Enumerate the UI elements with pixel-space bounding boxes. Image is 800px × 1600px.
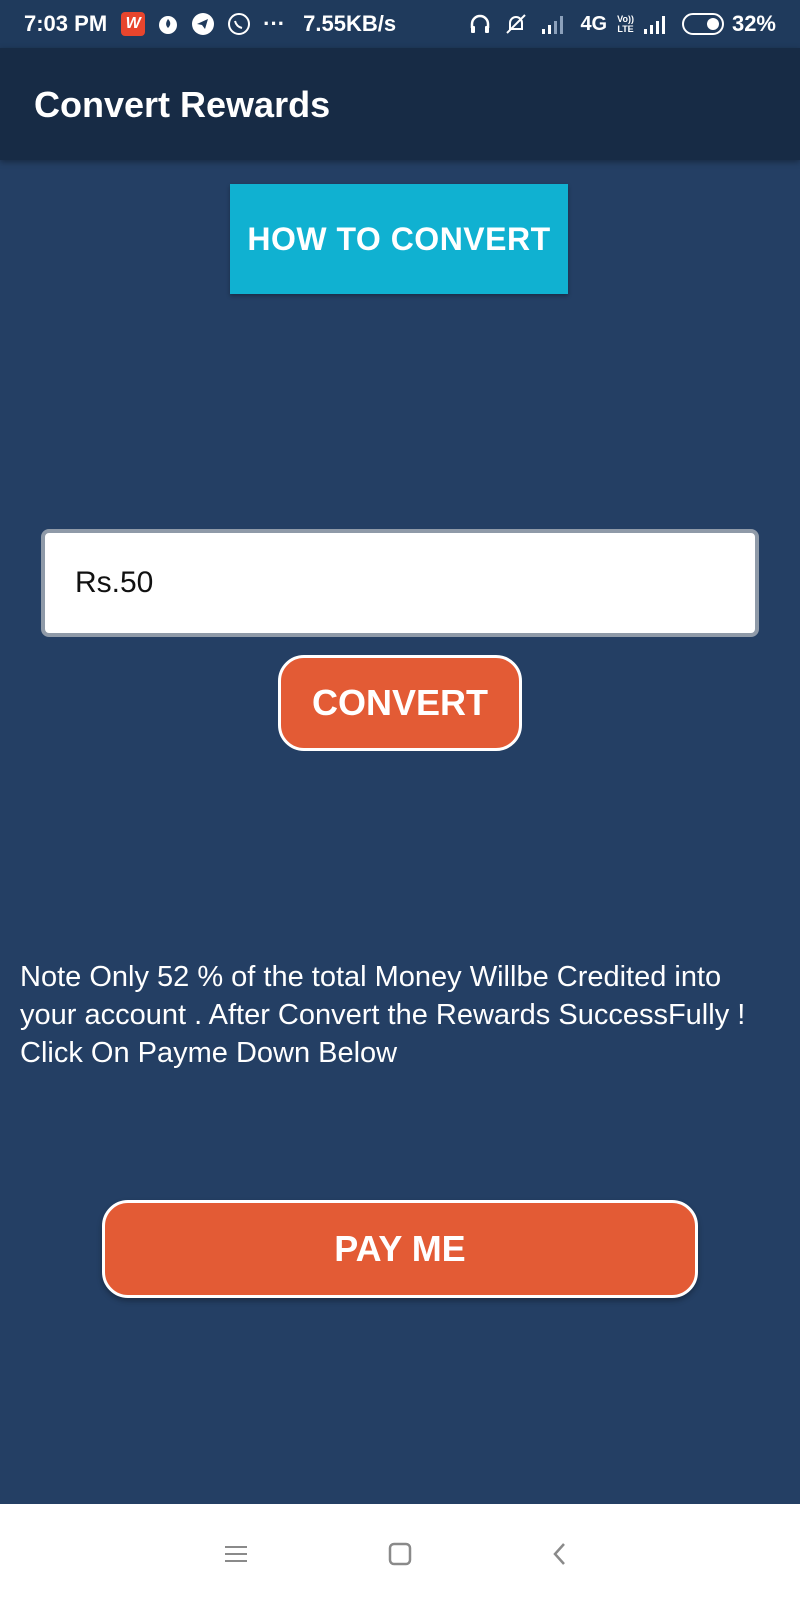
status-right-group: 4G Vo)) LTE 32% xyxy=(468,11,776,37)
volte-bottom: LTE xyxy=(617,24,634,34)
network-speed: 7.55KB/s xyxy=(303,11,397,36)
telegram-icon xyxy=(191,12,215,36)
page-title: Convert Rewards xyxy=(34,84,331,125)
whatsapp-icon xyxy=(227,12,251,36)
more-notifications-icon: ··· xyxy=(263,11,286,36)
status-bar: 7:03 PM W ··· 7.55KB/s 4G Vo)) LTE 32% xyxy=(0,0,800,48)
pay-me-button[interactable]: PAY ME xyxy=(102,1200,698,1298)
signal-icon xyxy=(642,13,670,35)
signal-icon xyxy=(540,13,568,35)
app-bar: Convert Rewards xyxy=(0,48,800,160)
headphones-icon xyxy=(468,12,492,36)
navigation-bar xyxy=(0,1504,800,1600)
back-icon[interactable] xyxy=(540,1534,580,1574)
menu-icon[interactable] xyxy=(216,1534,256,1574)
note-text: Note Only 52 % of the total Money Willbe… xyxy=(20,961,746,1069)
how-to-convert-button[interactable]: HOW TO CONVERT xyxy=(230,184,568,294)
volte-indicator: Vo)) LTE xyxy=(617,14,634,34)
mute-icon xyxy=(504,12,528,36)
amount-input[interactable] xyxy=(41,529,759,637)
convert-button[interactable]: CONVERT xyxy=(278,655,522,751)
network-type: 4G xyxy=(580,12,608,35)
tinder-flame-icon xyxy=(157,13,179,35)
volte-top: Vo)) xyxy=(617,14,634,24)
status-time: 7:03 PM xyxy=(24,11,108,36)
battery-level: 32% xyxy=(731,11,776,36)
home-icon[interactable] xyxy=(380,1534,420,1574)
battery-icon xyxy=(681,13,724,35)
app-notification-icon: W xyxy=(121,12,146,36)
